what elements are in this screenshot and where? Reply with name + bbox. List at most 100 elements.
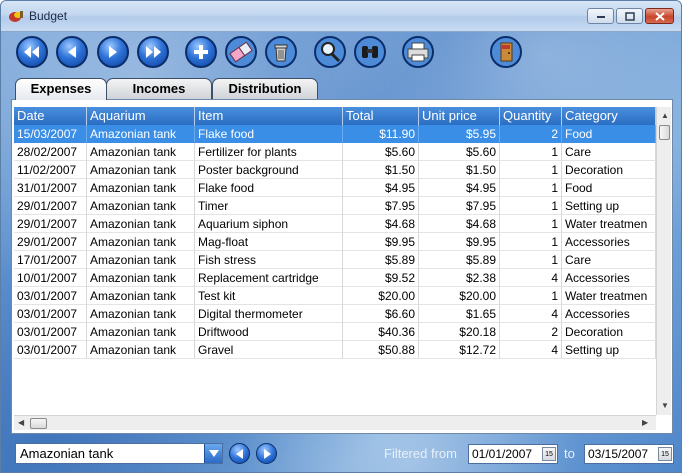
table-row[interactable]: 29/01/2007 Amazonian tank Timer $7.95 $7.95 1… bbox=[14, 197, 656, 215]
cell-aquarium: Amazonian tank bbox=[87, 197, 195, 215]
cell-date: 03/01/2007 bbox=[14, 305, 87, 323]
exit-button[interactable] bbox=[490, 36, 522, 68]
cell-unit-price: $20.18 bbox=[419, 323, 500, 341]
add-button[interactable] bbox=[185, 36, 217, 68]
cell-quantity: 1 bbox=[500, 233, 562, 251]
calendar-icon[interactable]: 15 bbox=[658, 447, 672, 461]
cell-total: $11.90 bbox=[343, 125, 419, 143]
calendar-icon[interactable]: 15 bbox=[542, 447, 556, 461]
cell-quantity: 1 bbox=[500, 287, 562, 305]
table-row[interactable]: 03/01/2007 Amazonian tank Test kit $20.00 $2… bbox=[14, 287, 656, 305]
tab-incomes-label: Incomes bbox=[132, 81, 186, 96]
cell-date: 28/02/2007 bbox=[14, 143, 87, 161]
aquarium-filter-select[interactable]: Amazonian tank bbox=[15, 443, 223, 464]
vertical-scrollbar[interactable]: ▲ ▼ bbox=[656, 107, 671, 415]
from-date-field[interactable]: 01/01/2007 15 bbox=[468, 444, 558, 464]
cell-item: Replacement cartridge bbox=[195, 269, 343, 287]
cell-aquarium: Amazonian tank bbox=[87, 143, 195, 161]
next-aquarium-button[interactable] bbox=[256, 443, 277, 464]
cell-category: Accessories bbox=[562, 269, 656, 287]
column-header-aquarium[interactable]: Aquarium bbox=[87, 107, 195, 125]
minimize-button[interactable] bbox=[587, 8, 614, 24]
delete-button[interactable] bbox=[265, 36, 297, 68]
cell-item: Poster background bbox=[195, 161, 343, 179]
table-row[interactable]: 28/02/2007 Amazonian tank Fertilizer for p… bbox=[14, 143, 656, 161]
table-row[interactable]: 17/01/2007 Amazonian tank Fish stress $5.89… bbox=[14, 251, 656, 269]
horizontal-scrollbar[interactable]: ◀ ▶ bbox=[14, 415, 656, 430]
title-bar[interactable]: Budget bbox=[1, 1, 681, 32]
column-header-category[interactable]: Category bbox=[562, 107, 656, 125]
previous-record-button[interactable] bbox=[56, 36, 88, 68]
column-header-date[interactable]: Date bbox=[14, 107, 87, 125]
cell-quantity: 1 bbox=[500, 179, 562, 197]
from-date-value: 01/01/2007 bbox=[472, 447, 533, 461]
cell-date: 03/01/2007 bbox=[14, 323, 87, 341]
expenses-grid[interactable]: Date Aquarium Item Total Unit price Quan… bbox=[11, 99, 673, 434]
cell-total: $9.95 bbox=[343, 233, 419, 251]
table-row[interactable]: 03/01/2007 Amazonian tank Digital thermome… bbox=[14, 305, 656, 323]
column-header-quantity[interactable]: Quantity bbox=[500, 107, 562, 125]
cell-date: 03/01/2007 bbox=[14, 341, 87, 359]
printer-icon bbox=[402, 36, 434, 68]
cell-category: Water treatmen bbox=[562, 287, 656, 305]
cell-quantity: 2 bbox=[500, 125, 562, 143]
eraser-icon bbox=[225, 36, 257, 68]
maximize-icon bbox=[624, 11, 635, 21]
close-icon bbox=[654, 11, 665, 21]
table-row[interactable]: 03/01/2007 Amazonian tank Gravel $50.88 $12.… bbox=[14, 341, 656, 359]
cell-category: Food bbox=[562, 179, 656, 197]
tab-distribution[interactable]: Distribution bbox=[212, 78, 318, 99]
cell-aquarium: Amazonian tank bbox=[87, 251, 195, 269]
maximize-button[interactable] bbox=[616, 8, 643, 24]
find-button[interactable] bbox=[354, 36, 386, 68]
column-header-unit-price[interactable]: Unit price bbox=[419, 107, 500, 125]
arrow-left-icon bbox=[235, 448, 243, 459]
cell-total: $7.95 bbox=[343, 197, 419, 215]
table-row[interactable]: 11/02/2007 Amazonian tank Poster backgroun… bbox=[14, 161, 656, 179]
cell-unit-price: $12.72 bbox=[419, 341, 500, 359]
horizontal-scroll-thumb[interactable] bbox=[30, 418, 47, 429]
first-record-button[interactable] bbox=[16, 36, 48, 68]
column-header-item[interactable]: Item bbox=[195, 107, 343, 125]
cell-aquarium: Amazonian tank bbox=[87, 215, 195, 233]
previous-aquarium-button[interactable] bbox=[229, 443, 250, 464]
window-title: Budget bbox=[29, 9, 68, 23]
erase-button[interactable] bbox=[225, 36, 257, 68]
table-row[interactable]: 03/01/2007 Amazonian tank Driftwood $40.36 $… bbox=[14, 323, 656, 341]
cell-quantity: 4 bbox=[500, 341, 562, 359]
cell-item: Driftwood bbox=[195, 323, 343, 341]
close-button[interactable] bbox=[645, 8, 674, 24]
cell-category: Care bbox=[562, 143, 656, 161]
next-record-button[interactable] bbox=[97, 36, 129, 68]
table-row[interactable]: 10/01/2007 Amazonian tank Replacement cart… bbox=[14, 269, 656, 287]
to-date-field[interactable]: 03/15/2007 15 bbox=[584, 444, 674, 464]
table-row[interactable]: 15/03/2007 Amazonian tank Flake food $11.90… bbox=[14, 125, 656, 143]
tab-expenses-label: Expenses bbox=[30, 81, 92, 96]
scroll-up-arrow-icon[interactable]: ▲ bbox=[661, 111, 669, 121]
scroll-left-arrow-icon[interactable]: ◀ bbox=[18, 418, 24, 428]
print-button[interactable] bbox=[402, 36, 434, 68]
vertical-scroll-thumb[interactable] bbox=[659, 125, 670, 140]
cell-date: 11/02/2007 bbox=[14, 161, 87, 179]
grid-body: 15/03/2007 Amazonian tank Flake food $11.90… bbox=[14, 125, 656, 359]
table-row[interactable]: 29/01/2007 Amazonian tank Mag-float $9.95 $9… bbox=[14, 233, 656, 251]
search-button[interactable] bbox=[314, 36, 346, 68]
cell-date: 15/03/2007 bbox=[14, 125, 87, 143]
scroll-right-arrow-icon[interactable]: ▶ bbox=[642, 418, 648, 428]
cell-unit-price: $5.89 bbox=[419, 251, 500, 269]
scroll-down-arrow-icon[interactable]: ▼ bbox=[661, 401, 669, 411]
binoculars-icon bbox=[354, 36, 386, 68]
tab-expenses[interactable]: Expenses bbox=[15, 78, 107, 100]
cell-aquarium: Amazonian tank bbox=[87, 269, 195, 287]
cell-date: 29/01/2007 bbox=[14, 215, 87, 233]
cell-aquarium: Amazonian tank bbox=[87, 287, 195, 305]
cell-total: $40.36 bbox=[343, 323, 419, 341]
dropdown-button[interactable] bbox=[204, 444, 222, 463]
table-row[interactable]: 31/01/2007 Amazonian tank Flake food $4.95 $… bbox=[14, 179, 656, 197]
column-header-total[interactable]: Total bbox=[343, 107, 419, 125]
arrow-left-icon bbox=[68, 46, 76, 58]
tab-incomes[interactable]: Incomes bbox=[106, 78, 212, 99]
cell-date: 03/01/2007 bbox=[14, 287, 87, 305]
table-row[interactable]: 29/01/2007 Amazonian tank Aquarium siphon $… bbox=[14, 215, 656, 233]
last-record-button[interactable] bbox=[137, 36, 169, 68]
